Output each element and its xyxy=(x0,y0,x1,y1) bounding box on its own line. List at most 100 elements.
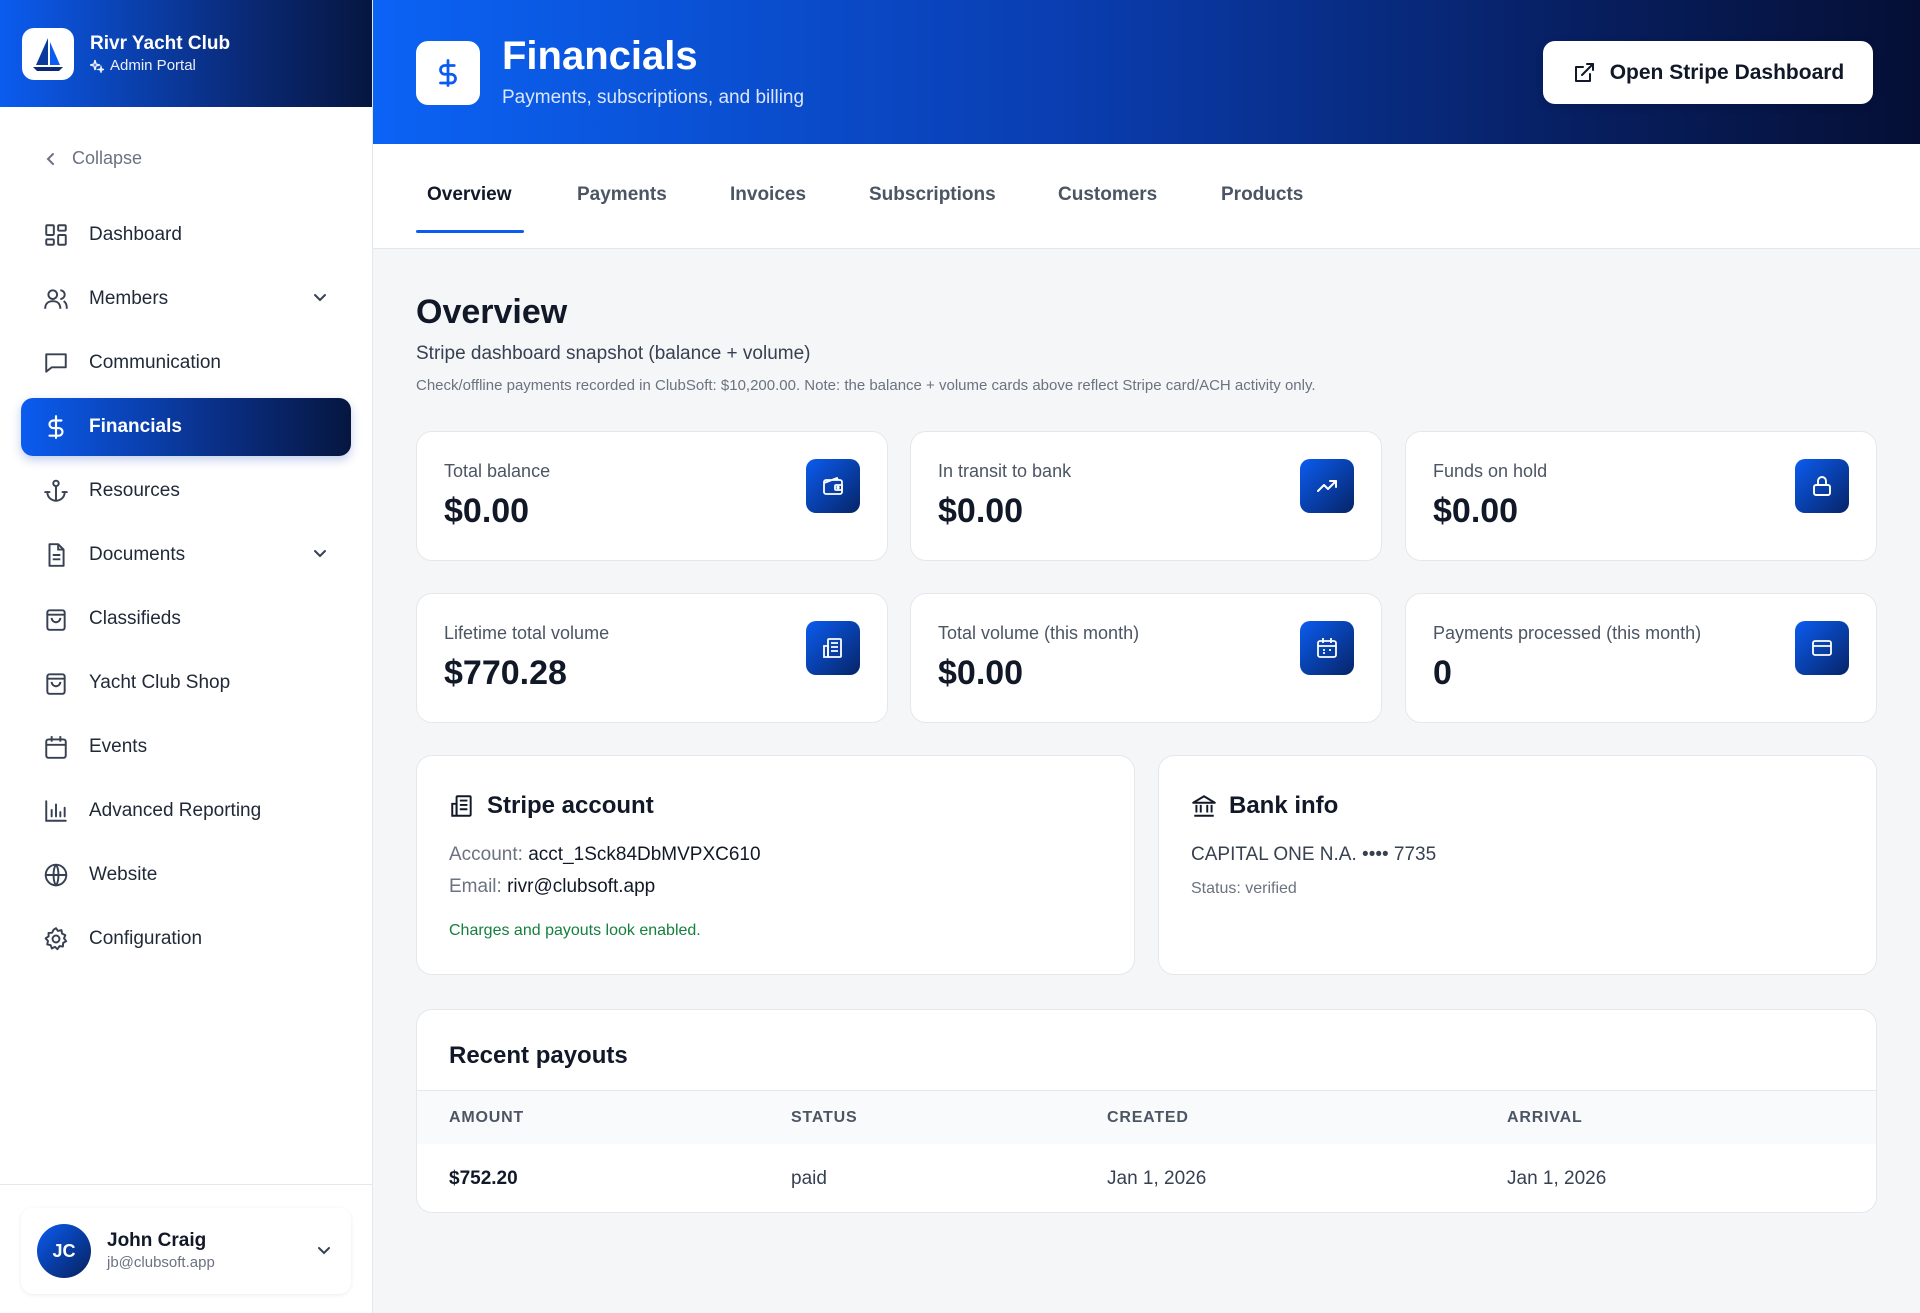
sidebar-item-label: Dashboard xyxy=(89,224,182,245)
stat-card-funds-on-hold: Funds on hold $0.00 xyxy=(1405,431,1877,561)
panel-title: Bank info xyxy=(1229,792,1339,819)
stat-card-payments-processed: Payments processed (this month) 0 xyxy=(1405,593,1877,723)
stat-label: Total volume (this month) xyxy=(938,623,1140,643)
sidebar-item-label: Documents xyxy=(89,544,186,565)
column-header: CREATED xyxy=(1107,1109,1189,1126)
stat-label: Total balance xyxy=(444,461,551,481)
chevron-left-icon xyxy=(44,152,58,166)
building-icon xyxy=(449,793,475,819)
bar-chart-icon xyxy=(43,798,69,824)
lock-icon xyxy=(1795,459,1849,513)
anchor-icon xyxy=(43,478,69,504)
tab-payments[interactable]: Payments xyxy=(577,184,667,206)
sidebar-item-label: Yacht Club Shop xyxy=(89,672,231,693)
divider xyxy=(0,1184,373,1185)
email-row: Email: rivr@clubsoft.app xyxy=(449,876,655,898)
email-value: rivr@clubsoft.app xyxy=(507,876,656,897)
bag-icon xyxy=(43,606,69,632)
bank-icon xyxy=(1191,793,1217,819)
calendar-icon xyxy=(1300,621,1354,675)
account-value: acct_1Sck84DbMVPXC610 xyxy=(528,844,761,865)
brand-header: Rivr Yacht Club Admin Portal xyxy=(0,0,372,107)
stat-card-in-transit: In transit to bank $0.00 xyxy=(910,431,1382,561)
collapse-button[interactable]: Collapse xyxy=(44,148,142,169)
sidebar-item-classifieds[interactable]: Classifieds xyxy=(21,590,351,648)
column-header: ARRIVAL xyxy=(1507,1109,1583,1126)
payout-arrival: Jan 1, 2026 xyxy=(1507,1168,1607,1189)
building-icon xyxy=(806,621,860,675)
sidebar-item-configuration[interactable]: Configuration xyxy=(21,910,351,968)
payout-amount: $752.20 xyxy=(449,1168,518,1189)
wallet-icon xyxy=(806,459,860,513)
stat-label: Funds on hold xyxy=(1433,461,1548,481)
sidebar-item-resources[interactable]: Resources xyxy=(21,462,351,520)
sidebar-item-label: Communication xyxy=(89,352,221,373)
chevron-down-icon[interactable] xyxy=(311,544,329,562)
section-title: Overview xyxy=(416,293,568,331)
email-label: Email: xyxy=(449,876,502,897)
panel-title: Stripe account xyxy=(487,792,654,819)
stat-value: $0.00 xyxy=(938,654,1024,692)
avatar: JC xyxy=(37,1224,91,1278)
grid-icon xyxy=(43,222,69,248)
credit-card-icon xyxy=(1795,621,1849,675)
tab-products[interactable]: Products xyxy=(1221,184,1303,206)
sidebar-item-label: Members xyxy=(89,288,169,309)
payout-status: paid xyxy=(791,1168,827,1189)
brand-name: Rivr Yacht Club xyxy=(90,32,231,54)
stat-card-month-volume: Total volume (this month) $0.00 xyxy=(910,593,1382,723)
sidebar-item-dashboard[interactable]: Dashboard xyxy=(21,206,351,264)
file-icon xyxy=(43,542,69,568)
bank-status: Status: verified xyxy=(1191,880,1297,897)
sidebar-item-financials[interactable]: Financials xyxy=(21,398,351,456)
stat-value: $0.00 xyxy=(444,492,530,530)
brand-subtitle: Admin Portal xyxy=(110,56,196,74)
user-name: John Craig xyxy=(107,1230,207,1251)
sidebar-item-website[interactable]: Website xyxy=(21,846,351,904)
tab-invoices[interactable]: Invoices xyxy=(730,184,806,206)
tab-bar: Overview Payments Invoices Subscriptions… xyxy=(373,144,1920,249)
page-subtitle: Payments, subscriptions, and billing xyxy=(502,87,805,108)
recent-payouts-panel: Recent payouts AMOUNT STATUS CREATED ARR… xyxy=(416,1009,1877,1213)
globe-icon xyxy=(43,862,69,888)
users-icon xyxy=(43,286,69,312)
sidebar-item-communication[interactable]: Communication xyxy=(21,334,351,392)
tab-customers[interactable]: Customers xyxy=(1058,184,1157,206)
gear-icon xyxy=(43,926,69,952)
tab-overview[interactable]: Overview xyxy=(427,184,512,206)
bank-line: CAPITAL ONE N.A. •••• 7735 xyxy=(1191,844,1437,865)
stripe-status-text: Charges and payouts look enabled. xyxy=(449,922,701,939)
payout-created: Jan 1, 2026 xyxy=(1107,1168,1207,1189)
dollar-icon xyxy=(43,414,69,440)
column-header: STATUS xyxy=(791,1109,858,1126)
sidebar-item-label: Events xyxy=(89,736,148,757)
tab-subscriptions[interactable]: Subscriptions xyxy=(869,184,996,206)
stat-value: $770.28 xyxy=(444,654,567,692)
sidebar-item-members[interactable]: Members xyxy=(21,270,351,328)
user-menu[interactable]: JC John Craig jb@clubsoft.app xyxy=(21,1208,351,1294)
table-row[interactable]: $752.20 paid Jan 1, 2026 Jan 1, 2026 xyxy=(417,1144,1876,1212)
section-subtitle: Stripe dashboard snapshot (balance + vol… xyxy=(416,343,811,364)
collapse-label: Collapse xyxy=(72,148,143,168)
sidebar-item-label: Configuration xyxy=(89,928,203,949)
chevron-down-icon[interactable] xyxy=(315,1241,333,1259)
sidebar-item-advanced-reporting[interactable]: Advanced Reporting xyxy=(21,782,351,840)
column-header: AMOUNT xyxy=(449,1109,525,1126)
stat-value: $0.00 xyxy=(1433,492,1519,530)
sidebar-item-label: Classifieds xyxy=(89,608,181,629)
active-tab-indicator xyxy=(416,230,524,233)
calendar-icon xyxy=(43,734,69,760)
open-stripe-dashboard-button[interactable]: Open Stripe Dashboard xyxy=(1543,41,1873,104)
message-icon xyxy=(43,350,69,376)
table-header: AMOUNT STATUS CREATED ARRIVAL xyxy=(417,1090,1876,1144)
sidebar-item-events[interactable]: Events xyxy=(21,718,351,776)
stat-card-total-balance: Total balance $0.00 xyxy=(416,431,888,561)
stat-label: Lifetime total volume xyxy=(444,623,610,643)
sidebar-item-yacht-club-shop[interactable]: Yacht Club Shop xyxy=(21,654,351,712)
sidebar-item-label: Advanced Reporting xyxy=(89,800,262,821)
chevron-down-icon[interactable] xyxy=(311,288,329,306)
stat-card-lifetime-volume: Lifetime total volume $770.28 xyxy=(416,593,888,723)
sidebar-item-label: Financials xyxy=(89,416,182,437)
stripe-account-panel: Stripe account Account: acct_1Sck84DbMVP… xyxy=(416,755,1135,975)
sidebar-item-documents[interactable]: Documents xyxy=(21,526,351,584)
